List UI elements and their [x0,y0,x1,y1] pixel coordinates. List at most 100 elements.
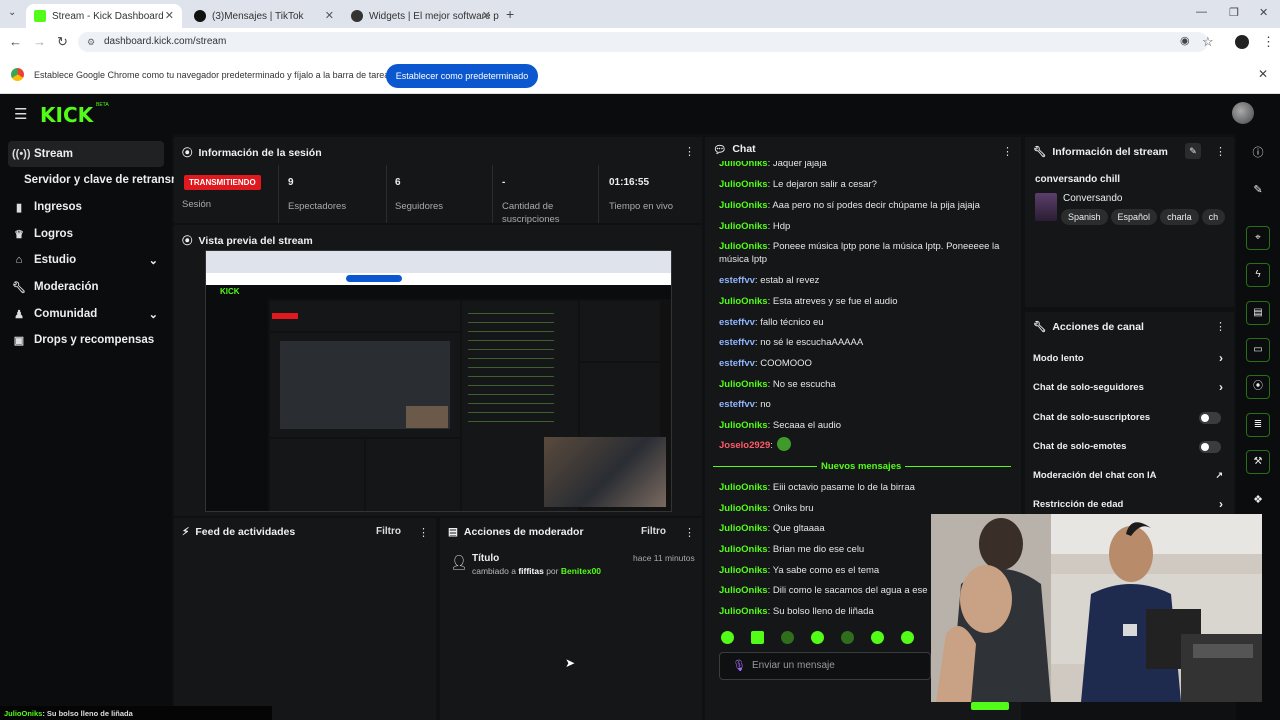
chat-username[interactable]: Joselo2929 [719,440,770,451]
minimize-icon[interactable]: — [1196,6,1207,18]
reload-icon[interactable]: ↻ [57,34,68,50]
sidebar-item-comunidad[interactable]: ♟ Comunidad ⌄ [8,301,164,327]
forward-icon[interactable]: → [33,34,46,49]
action-slow-mode[interactable]: Modo lento › [1033,351,1223,365]
emote-icon[interactable] [871,631,884,644]
chat-bubble-icon[interactable]: ▭ [1246,338,1270,362]
chat-username[interactable]: JulioOniks [719,420,768,431]
chat-username[interactable]: esteffvv [719,317,755,328]
tag[interactable]: charla [1160,209,1199,225]
more-options-icon[interactable]: ⋮ [1215,145,1226,158]
chat-username[interactable]: JulioOniks [719,503,768,514]
chevron-down-icon[interactable]: ⌄ [149,308,158,321]
layers-icon[interactable]: ≣ [1246,413,1270,437]
more-options-icon[interactable]: ⋮ [1002,145,1013,158]
tab-search-icon[interactable]: ⌄ [8,7,16,18]
bookmark-star-icon[interactable]: ☆ [1202,34,1214,50]
chat-username[interactable]: JulioOniks [719,241,768,252]
more-options-icon[interactable]: ⋮ [684,526,695,539]
chevron-right-icon[interactable]: › [1219,380,1223,394]
chat-username[interactable]: JulioOniks [719,565,768,576]
category-thumbnail[interactable] [1035,193,1057,221]
chat-username[interactable]: esteffvv [719,337,755,348]
chevron-right-icon[interactable]: › [1219,351,1223,365]
tag[interactable]: Spanish [1061,209,1108,225]
site-info-icon[interactable]: ⚙ [87,32,95,52]
more-options-icon[interactable]: ⋮ [418,526,429,539]
profile-avatar-icon[interactable] [1235,35,1249,49]
info-icon[interactable]: ⓘ [1246,141,1270,165]
restore-icon[interactable]: ❐ [1229,6,1239,19]
close-tab-icon[interactable]: ✕ [325,9,334,22]
filter-button[interactable]: Filtro [376,526,401,537]
chevron-down-icon[interactable]: ⌄ [149,254,158,267]
focus-icon[interactable]: ⌖ [1246,226,1270,250]
category-name[interactable]: Conversando [1063,193,1122,204]
emote-icon[interactable] [901,631,914,644]
chat-message-input[interactable]: 🎙︎ Enviar un mensaje [719,652,931,680]
url-input[interactable]: ⚙ dashboard.kick.com/stream [78,32,1208,52]
sidebar-item-moderacion[interactable]: 🔧︎ Moderación [8,274,164,300]
eye-icon[interactable]: ◉ [1180,34,1190,47]
tab-kick-dashboard[interactable]: Stream - Kick Dashboard ✕ [26,4,182,28]
external-link-icon[interactable]: ↗ [1215,470,1223,481]
emotes-only-toggle[interactable] [1199,441,1221,453]
wrench-icon[interactable]: ⚒ [1246,450,1270,474]
back-icon[interactable]: ← [9,34,22,49]
close-infobar-icon[interactable]: ✕ [1258,67,1268,81]
action-followers-only[interactable]: Chat de solo-seguidores › [1033,380,1223,394]
stream-preview-video[interactable]: KICK [205,250,672,512]
tag[interactable]: Español [1110,209,1158,225]
broadcast-icon[interactable]: ⦿ [1246,375,1270,399]
filter-button[interactable]: Filtro [641,526,666,537]
close-tab-icon[interactable]: ✕ [482,9,491,22]
microphone-icon[interactable]: 🎙︎ [732,653,746,679]
more-options-icon[interactable]: ⋮ [684,145,695,158]
modaction-user[interactable]: Benitex00 [561,566,601,576]
emote-icon[interactable] [721,631,734,644]
chat-username[interactable]: esteffvv [719,358,755,369]
chrome-menu-icon[interactable]: ⋮ [1262,34,1275,50]
document-icon[interactable]: ▤ [1246,301,1270,325]
new-tab-icon[interactable]: + [506,6,514,22]
chat-username[interactable]: JulioOniks [719,544,768,555]
chat-username[interactable]: JulioOniks [719,200,768,211]
tab-widgets[interactable]: Widgets | El mejor software pa ✕ [343,4,499,28]
chat-username[interactable]: esteffvv [719,399,755,410]
chat-username[interactable]: JulioOniks [719,179,768,190]
more-options-icon[interactable]: ⋮ [1215,320,1226,333]
kick-logo[interactable]: KICK [40,103,93,127]
chat-username[interactable]: JulioOniks [719,482,768,493]
tag[interactable]: ch [1201,209,1226,225]
chat-username[interactable]: JulioOniks [719,523,768,534]
set-default-button[interactable]: Establecer como predeterminado [386,64,538,88]
edit-pencil-icon[interactable]: ✎ [1246,178,1270,202]
sidebar-item-stream[interactable]: ((•)) Stream [8,141,164,167]
edit-pencil-icon[interactable]: ✎ [1185,143,1201,159]
action-ai-moderation[interactable]: Moderación del chat con IA ↗ [1033,470,1223,481]
emote-icon[interactable] [751,631,764,644]
subscribers-only-toggle[interactable] [1199,412,1221,424]
chat-username[interactable]: esteffvv [719,275,755,286]
tab-tiktok[interactable]: (3)Mensajes | TikTok ✕ [186,4,342,28]
close-tab-icon[interactable]: ✕ [165,9,174,22]
chevron-right-icon[interactable]: › [1219,497,1223,511]
chat-username[interactable]: JulioOniks [719,606,768,617]
lightning-icon[interactable]: ϟ [1246,263,1270,287]
action-emotes-only[interactable]: Chat de solo-emotes [1033,441,1223,453]
sidebar-item-estudio[interactable]: ⌂ Estudio ⌄ [8,247,164,273]
action-age-restriction[interactable]: Restricción de edad › [1033,497,1223,511]
sidebar-item-ingresos[interactable]: ▮ Ingresos [8,194,164,220]
emote-icon[interactable] [841,631,854,644]
close-window-icon[interactable]: ✕ [1259,6,1268,19]
chat-username[interactable]: JulioOniks [719,221,768,232]
user-avatar[interactable] [1232,102,1254,124]
emote-icon[interactable] [811,631,824,644]
action-subscribers-only[interactable]: Chat de solo-suscriptores [1033,412,1223,424]
chat-username[interactable]: JulioOniks [719,296,768,307]
hamburger-menu-icon[interactable]: ☰ [14,105,27,123]
sidebar-item-logros[interactable]: ♛ Logros [8,221,164,247]
chat-username[interactable]: JulioOniks [719,585,768,596]
drops-icon[interactable]: ❖ [1246,488,1270,512]
sidebar-item-drops[interactable]: ▣ Drops y recompensas [8,327,164,353]
